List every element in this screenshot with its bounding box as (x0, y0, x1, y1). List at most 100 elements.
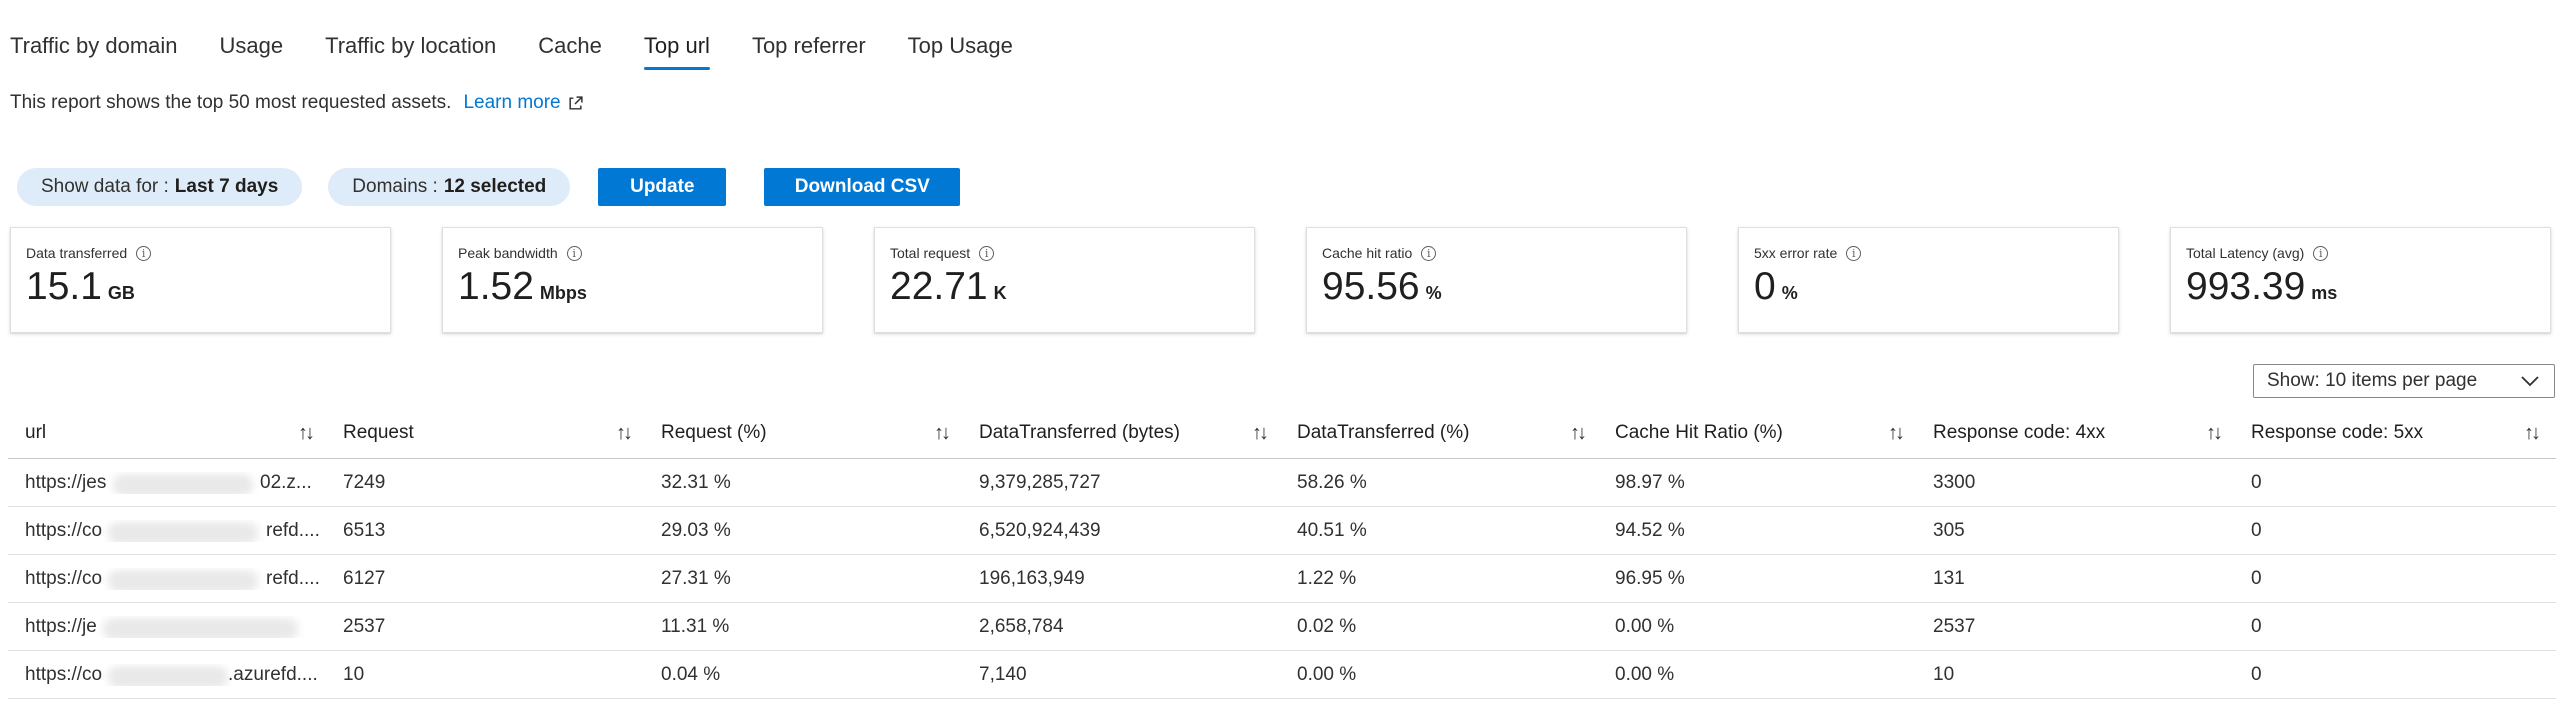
metric-label: Total request (890, 245, 971, 261)
column-header-response-5xx[interactable]: Response code: 5xx ↑↓ (2234, 422, 2552, 445)
items-per-page-label: Show: 10 items per page (2267, 370, 2478, 391)
table-row[interactable]: https://co .azurefd.... 10 0.04 % 7,140 0… (8, 651, 2556, 699)
cell-url: https://je (8, 616, 326, 638)
url-suffix: 02.z... (260, 471, 312, 493)
url-text: https://co (25, 663, 103, 685)
info-icon[interactable]: i (979, 245, 995, 261)
metric-value: 22.71 (890, 265, 988, 308)
column-header-request-pct[interactable]: Request (%) ↑↓ (644, 422, 962, 445)
cell-data-bytes: 2,658,784 (979, 615, 1064, 637)
table-row[interactable]: https://co refd.... 6127 27.31 % 196,163,… (8, 555, 2556, 603)
url-text: https://co (25, 519, 103, 541)
cell-data-pct: 0.00 % (1297, 663, 1357, 685)
column-header-data-transferred-pct[interactable]: DataTransferred (%) ↑↓ (1280, 422, 1598, 445)
cell-data-bytes: 196,163,949 (979, 567, 1085, 589)
metric-card-5xx-error-rate: 5xx error rate i 0% (1738, 227, 2119, 333)
column-header-data-transferred-bytes[interactable]: DataTransferred (bytes) ↑↓ (962, 422, 1280, 445)
table-row[interactable]: https://co refd.... 6513 29.03 % 6,520,92… (8, 507, 2556, 555)
redaction-blur (108, 521, 258, 542)
description-text: This report shows the top 50 most reques… (10, 92, 452, 113)
tab-traffic-by-location[interactable]: Traffic by location (325, 0, 496, 70)
url-suffix: refd.... (266, 567, 320, 589)
cell-url: https://co refd.... (8, 568, 326, 590)
url-suffix: .azurefd.... (228, 663, 318, 685)
cell-cache-hit: 94.52 % (1615, 519, 1685, 541)
redaction-blur (108, 569, 258, 590)
cell-request-pct: 27.31 % (661, 567, 731, 589)
cell-request: 6513 (343, 519, 386, 541)
tab-top-url[interactable]: Top url (643, 0, 710, 70)
cell-5xx: 0 (2251, 519, 2262, 541)
metric-value: 0 (1754, 265, 1776, 308)
url-text: https://je (25, 615, 97, 637)
learn-more-link[interactable]: Learn more (463, 92, 583, 114)
metric-card-peak-bandwidth: Peak bandwidth i 1.52 Mbps (442, 227, 823, 333)
cell-data-bytes: 6,520,924,439 (979, 519, 1101, 541)
cell-data-pct: 0.02 % (1297, 615, 1357, 637)
sort-arrows-icon[interactable]: ↑↓ (934, 422, 951, 445)
redaction-blur (113, 473, 253, 494)
tab-top-referrer[interactable]: Top referrer (752, 0, 866, 70)
date-range-filter[interactable]: Show data for : Last 7 days (17, 168, 303, 206)
sort-arrows-icon[interactable]: ↑↓ (1252, 422, 1269, 445)
chevron-down-icon (2521, 376, 2539, 387)
url-text: https://jes (25, 471, 107, 493)
cell-data-pct: 1.22 % (1297, 567, 1357, 589)
metric-unit: % (1781, 283, 1798, 303)
cell-4xx: 131 (1933, 567, 1965, 589)
metric-card-total-latency: Total Latency (avg) i 993.39 ms (2170, 227, 2551, 333)
cell-cache-hit: 0.00 % (1615, 663, 1675, 685)
table-header: url ↑↓ Request ↑↓ Request (%) ↑↓ DataTransf… (8, 408, 2556, 459)
cell-5xx: 0 (2251, 615, 2262, 637)
cell-request: 6127 (343, 567, 386, 589)
metric-label: Cache hit ratio (1322, 245, 1413, 261)
report-tabs: Traffic by domain Usage Traffic by locat… (10, 0, 1055, 70)
metric-label: 5xx error rate (1754, 245, 1838, 261)
column-label: DataTransferred (%) (1297, 422, 1470, 443)
sort-arrows-icon[interactable]: ↑↓ (616, 422, 633, 445)
metric-label: Peak bandwidth (458, 245, 558, 261)
info-icon[interactable]: i (1846, 245, 1862, 261)
update-button[interactable]: Update (598, 168, 727, 206)
column-header-request[interactable]: Request ↑↓ (326, 422, 644, 445)
tab-traffic-by-domain[interactable]: Traffic by domain (10, 0, 178, 70)
metric-card-total-request: Total request i 22.71 K (874, 227, 1255, 333)
metric-label: Data transferred (26, 245, 128, 261)
column-label: Request (343, 422, 414, 443)
info-icon[interactable]: i (1421, 245, 1437, 261)
download-csv-button[interactable]: Download CSV (764, 168, 961, 206)
learn-more-label: Learn more (463, 92, 561, 113)
column-header-cache-hit-ratio[interactable]: Cache Hit Ratio (%) ↑↓ (1598, 422, 1916, 445)
cell-5xx: 0 (2251, 567, 2262, 589)
metric-unit: GB (107, 283, 135, 303)
table-row[interactable]: https://jes 02.z... 7249 32.31 % 9,379,28… (8, 459, 2556, 507)
metric-value: 1.52 (458, 265, 534, 308)
metric-label: Total Latency (avg) (2186, 245, 2305, 261)
cell-request-pct: 0.04 % (661, 663, 721, 685)
tab-usage[interactable]: Usage (220, 0, 284, 70)
domains-prefix: Domains : (352, 176, 438, 197)
info-icon[interactable]: i (566, 245, 582, 261)
sort-arrows-icon[interactable]: ↑↓ (298, 422, 315, 445)
tab-cache[interactable]: Cache (538, 0, 602, 70)
tab-top-usage[interactable]: Top Usage (908, 0, 1013, 70)
table-row[interactable]: https://je 2537 11.31 % 2,658,784 0.02 %… (8, 603, 2556, 651)
sort-arrows-icon[interactable]: ↑↓ (2206, 422, 2223, 445)
domains-filter[interactable]: Domains : 12 selected (328, 168, 571, 206)
column-label: url (25, 422, 47, 443)
date-range-value: Last 7 days (174, 176, 279, 197)
cell-data-bytes: 7,140 (979, 663, 1027, 685)
column-header-response-4xx[interactable]: Response code: 4xx ↑↓ (1916, 422, 2234, 445)
date-range-prefix: Show data for : (41, 176, 169, 197)
info-icon[interactable]: i (2313, 245, 2329, 261)
cell-cache-hit: 96.95 % (1615, 567, 1685, 589)
sort-arrows-icon[interactable]: ↑↓ (1570, 422, 1587, 445)
top-url-report: Traffic by domain Usage Traffic by locat… (0, 0, 2564, 709)
items-per-page-dropdown[interactable]: Show: 10 items per page (2253, 364, 2555, 398)
metric-unit: K (993, 283, 1007, 303)
cell-4xx: 10 (1933, 663, 1955, 685)
sort-arrows-icon[interactable]: ↑↓ (2524, 422, 2541, 445)
sort-arrows-icon[interactable]: ↑↓ (1888, 422, 1905, 445)
info-icon[interactable]: i (136, 245, 152, 261)
column-header-url[interactable]: url ↑↓ (8, 422, 326, 445)
